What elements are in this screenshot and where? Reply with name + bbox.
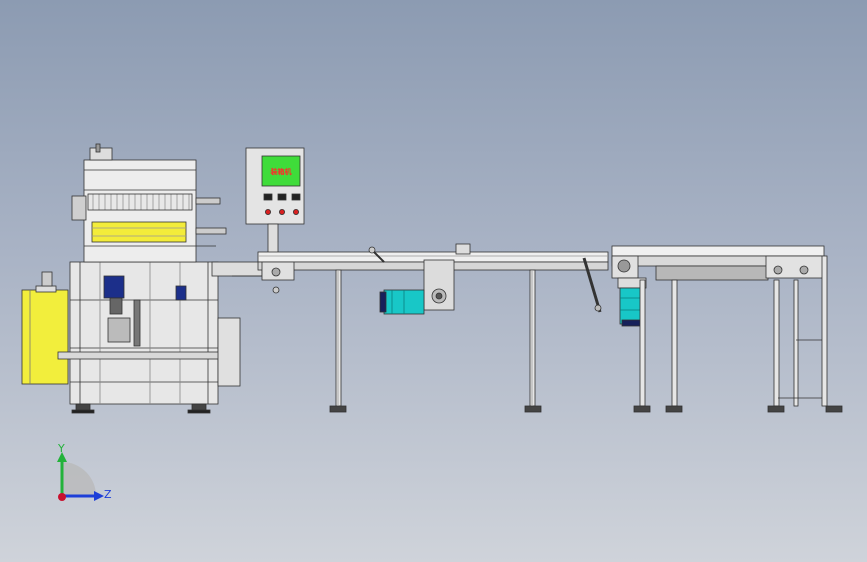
main-machine[interactable]	[21, 143, 263, 414]
hmi-control-panel[interactable]: 装箱机	[245, 147, 305, 255]
y-axis-label: Y	[57, 442, 65, 455]
hmi-button-3[interactable]	[292, 208, 299, 215]
yellow-guard	[21, 289, 69, 385]
axis-triad: Y Z	[57, 442, 112, 501]
hmi-indicator-1[interactable]	[263, 193, 273, 201]
yellow-roller	[91, 221, 187, 243]
middle-conveyor[interactable]	[257, 243, 609, 413]
right-conveyor[interactable]	[611, 245, 843, 413]
z-axis-arrow-icon	[94, 491, 104, 501]
hmi-button-1[interactable]	[264, 208, 271, 215]
cad-viewport[interactable]: 装箱机 Y Z	[0, 0, 867, 562]
motor-small-blue	[103, 275, 125, 299]
hmi-indicator-3[interactable]	[291, 193, 301, 201]
axis-triad-arc	[62, 462, 96, 496]
hmi-screen-text: 装箱机	[270, 167, 292, 176]
z-axis-label: Z	[104, 488, 112, 501]
hmi-indicator-2[interactable]	[277, 193, 287, 201]
hmi-button-2[interactable]	[278, 208, 285, 215]
machine-frame	[69, 261, 219, 405]
machine-drawing: 装箱机 Y Z	[21, 143, 843, 501]
x-axis-origin-icon	[58, 493, 66, 501]
